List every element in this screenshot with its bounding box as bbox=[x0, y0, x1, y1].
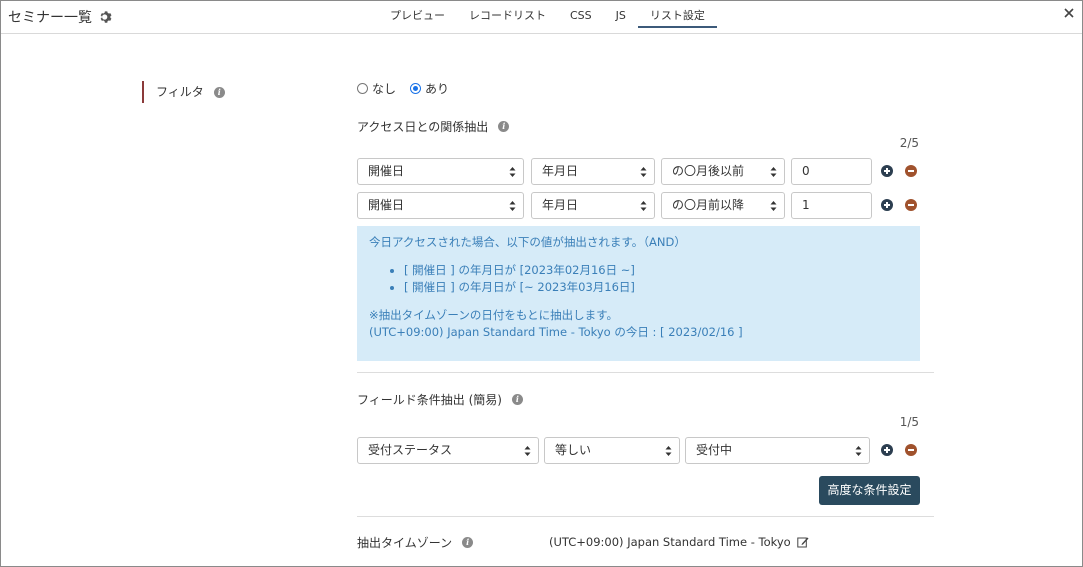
tab-record-list[interactable]: レコードリスト bbox=[457, 1, 558, 34]
field-cond-op-select[interactable]: 等しい bbox=[544, 437, 680, 464]
select-arrows-icon bbox=[524, 446, 531, 456]
radio-yes-circle[interactable] bbox=[410, 83, 422, 94]
field-cond-value-select[interactable]: 受付中 bbox=[685, 437, 870, 464]
access-relation-select-2[interactable]: の〇月前以降 bbox=[661, 192, 785, 219]
add-row-icon[interactable] bbox=[881, 199, 893, 211]
info-icon[interactable]: i bbox=[213, 86, 225, 98]
access-date-counter: 2/5 bbox=[899, 136, 919, 150]
remove-row-icon[interactable] bbox=[905, 444, 917, 456]
info-list-item: [ 開催日 ] の年月日が [~ 2023年03月16日] bbox=[404, 280, 908, 295]
timezone-label: 抽出タイムゾーン i bbox=[357, 534, 474, 551]
tab-preview[interactable]: プレビュー bbox=[378, 1, 457, 34]
access-date-info-box: 今日アクセスされた場合、以下の値が抽出されます。（AND） [ 開催日 ] の年… bbox=[357, 226, 920, 361]
remove-row-icon[interactable] bbox=[905, 165, 917, 177]
tab-list-settings[interactable]: リスト設定 bbox=[637, 1, 717, 34]
select-arrows-icon bbox=[855, 446, 862, 456]
select-arrows-icon bbox=[770, 201, 777, 211]
filter-radio-group: なし あり bbox=[357, 80, 449, 97]
access-field-select-1-value: 開催日 bbox=[368, 164, 405, 178]
divider bbox=[357, 372, 934, 373]
access-date-heading: アクセス日との関係抽出 i bbox=[357, 118, 510, 135]
field-cond-heading: フィールド条件抽出 (簡易) i bbox=[357, 391, 523, 408]
access-value-input-2[interactable]: 1 bbox=[791, 192, 872, 219]
access-field-select-1[interactable]: 開催日 bbox=[357, 158, 524, 185]
select-arrows-icon bbox=[640, 167, 647, 177]
field-cond-value-select-value: 受付中 bbox=[696, 443, 733, 457]
timezone-value-text: (UTC+09:00) Japan Standard Time - Tokyo bbox=[549, 535, 791, 549]
info-list-item: [ 開催日 ] の年月日が [2023年02月16日 ~] bbox=[404, 263, 908, 278]
select-arrows-icon bbox=[665, 446, 672, 456]
filter-label: フィルタ bbox=[156, 85, 204, 99]
tab-bar: プレビュー レコードリスト CSS JS リスト設定 bbox=[378, 1, 717, 34]
tab-css[interactable]: CSS bbox=[558, 1, 604, 34]
add-row-icon[interactable] bbox=[881, 444, 893, 456]
info-icon[interactable]: i bbox=[511, 394, 523, 405]
info-note-1: ※抽出タイムゾーンの日付をもとに抽出します。 bbox=[369, 308, 618, 322]
app-title: セミナー一覧 bbox=[8, 7, 113, 27]
access-value-input-1[interactable]: 0 bbox=[791, 158, 872, 185]
close-icon[interactable] bbox=[1062, 6, 1076, 20]
select-arrows-icon bbox=[770, 167, 777, 177]
access-unit-select-2-value: 年月日 bbox=[542, 198, 579, 212]
access-field-select-2-value: 開催日 bbox=[368, 198, 405, 212]
radio-none-label: なし bbox=[372, 82, 397, 96]
access-unit-select-1-value: 年月日 bbox=[542, 164, 579, 178]
access-date-heading-text: アクセス日との関係抽出 bbox=[357, 120, 489, 134]
access-unit-select-1[interactable]: 年月日 bbox=[531, 158, 655, 185]
select-arrows-icon bbox=[640, 201, 647, 211]
timezone-label-text: 抽出タイムゾーン bbox=[357, 536, 453, 550]
field-cond-op-select-value: 等しい bbox=[555, 443, 592, 457]
access-relation-select-1[interactable]: の〇月後以前 bbox=[661, 158, 785, 185]
app-title-text: セミナー一覧 bbox=[8, 10, 92, 26]
field-cond-counter: 1/5 bbox=[899, 415, 919, 429]
access-field-select-2[interactable]: 開催日 bbox=[357, 192, 524, 219]
access-unit-select-2[interactable]: 年月日 bbox=[531, 192, 655, 219]
radio-none[interactable]: なし bbox=[357, 80, 396, 97]
radio-yes[interactable]: あり bbox=[410, 80, 449, 97]
top-bar: セミナー一覧 プレビュー レコードリスト CSS JS リスト設定 bbox=[1, 1, 1082, 34]
select-arrows-icon bbox=[509, 167, 516, 177]
access-relation-select-1-value: の〇月後以前 bbox=[672, 164, 745, 178]
info-icon[interactable]: i bbox=[498, 121, 510, 132]
radio-yes-label: あり bbox=[425, 82, 450, 96]
divider bbox=[357, 516, 934, 517]
gear-icon[interactable] bbox=[99, 10, 113, 24]
add-row-icon[interactable] bbox=[881, 165, 893, 177]
info-icon[interactable]: i bbox=[462, 537, 474, 548]
timezone-value: (UTC+09:00) Japan Standard Time - Tokyo bbox=[549, 535, 809, 549]
info-list: [ 開催日 ] の年月日が [2023年02月16日 ~] [ 開催日 ] の年… bbox=[369, 263, 908, 295]
access-relation-select-2-value: の〇月前以降 bbox=[672, 198, 745, 212]
remove-row-icon[interactable] bbox=[905, 199, 917, 211]
info-intro: 今日アクセスされた場合、以下の値が抽出されます。（AND） bbox=[369, 235, 686, 249]
info-note-2: (UTC+09:00) Japan Standard Time - Tokyo … bbox=[369, 325, 743, 339]
edit-icon[interactable] bbox=[797, 536, 809, 548]
advanced-condition-button[interactable]: 高度な条件設定 bbox=[819, 476, 920, 505]
radio-none-circle[interactable] bbox=[357, 83, 368, 94]
tab-js[interactable]: JS bbox=[604, 1, 638, 34]
field-cond-field-select[interactable]: 受付ステータス bbox=[357, 437, 539, 464]
section-label-filter: フィルタ i bbox=[142, 81, 225, 103]
window: セミナー一覧 プレビュー レコードリスト CSS JS リスト設定 フィルタ i… bbox=[0, 0, 1083, 567]
field-cond-field-select-value: 受付ステータス bbox=[368, 443, 453, 457]
select-arrows-icon bbox=[509, 201, 516, 211]
field-cond-heading-text: フィールド条件抽出 (簡易) bbox=[357, 393, 502, 407]
